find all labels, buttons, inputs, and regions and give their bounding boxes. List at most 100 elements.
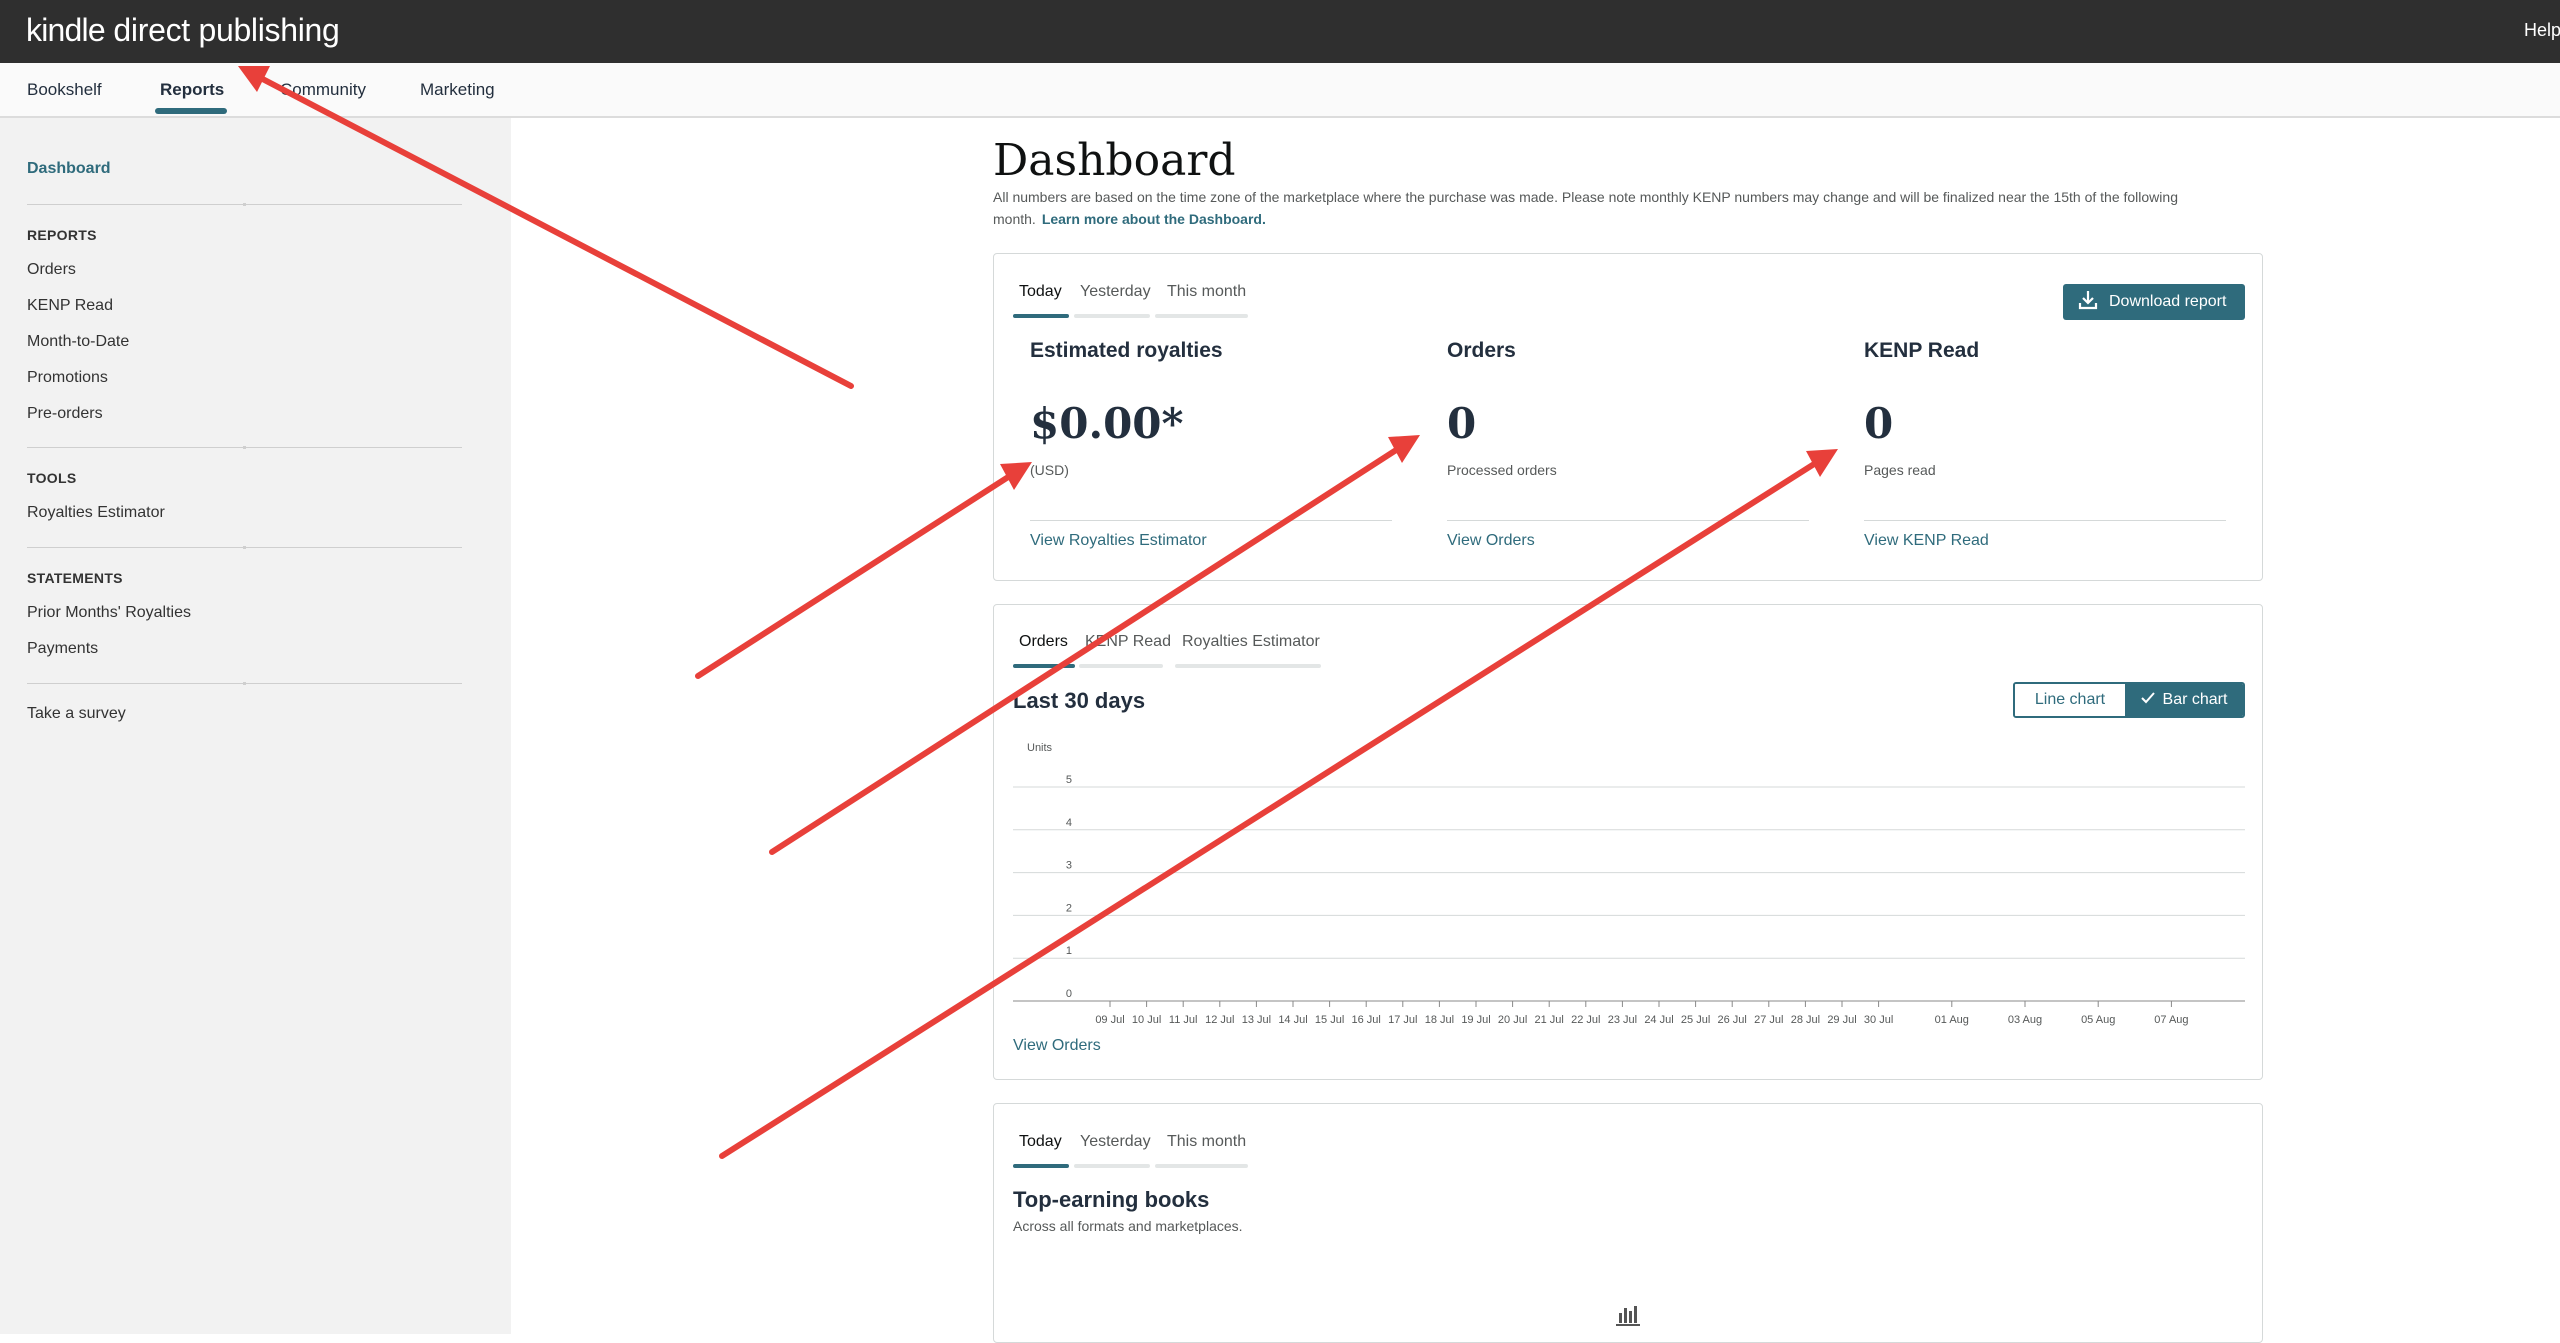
orders-bar-chart: Units 0 1 2 3 4 5 09 Jul 10 Jul 11 Jul 12 Jul 13 Ju… — [1013, 742, 2245, 1026]
x-tick-label: 13 Jul — [1242, 1014, 1271, 1026]
x-tick-label: 22 Jul — [1571, 1014, 1600, 1026]
x-tick-label: 07 Aug — [2154, 1014, 2188, 1026]
sidebar-divider — [27, 546, 462, 549]
metric-value-kenp: 0 — [1864, 399, 1894, 448]
sidebar-item-pre-orders[interactable]: Pre-orders — [27, 405, 103, 423]
main-nav: Bookshelf Reports Community Marketing — [0, 63, 2560, 118]
top-tab-yesterday[interactable]: Yesterday — [1080, 1133, 1151, 1151]
bar-chart-icon — [1614, 1304, 1642, 1331]
x-tick-label: 18 Jul — [1425, 1014, 1454, 1026]
summary-tab-today[interactable]: Today — [1019, 283, 1062, 301]
metric-sub-orders: Processed orders — [1447, 462, 1557, 478]
annotation-arrow — [695, 462, 1032, 679]
chart-card: Orders KENP Read Royalties Estimator Las… — [993, 604, 2263, 1080]
top-tab-track — [1155, 1164, 1248, 1168]
y-axis-label: Units — [1027, 742, 1053, 754]
sidebar-divider — [27, 203, 462, 206]
top-tab-this-month[interactable]: This month — [1167, 1133, 1246, 1151]
nav-tab-marketing[interactable]: Marketing — [420, 80, 495, 100]
sidebar-heading-reports: REPORTS — [27, 227, 97, 243]
download-report-label: Download report — [2109, 293, 2227, 310]
nav-tab-bookshelf[interactable]: Bookshelf — [27, 80, 102, 100]
x-tick-label: 25 Jul — [1681, 1014, 1710, 1026]
dashboard-intro: All numbers are based on the time zone o… — [993, 186, 2238, 230]
view-kenp-read-link[interactable]: View KENP Read — [1864, 532, 1989, 550]
kdp-logo[interactable]: kindle direct publishing — [26, 12, 340, 49]
x-tick-label: 30 Jul — [1864, 1014, 1893, 1026]
x-tick-label: 19 Jul — [1461, 1014, 1490, 1026]
summary-tab-yesterday[interactable]: Yesterday — [1080, 283, 1151, 301]
x-tick-label: 29 Jul — [1827, 1014, 1856, 1026]
download-report-button[interactable]: Download report — [2063, 284, 2245, 320]
x-tick-label: 11 Jul — [1169, 1014, 1198, 1026]
metric-label-royalties: Estimated royalties — [1030, 339, 1223, 362]
x-tick-label: 01 Aug — [1935, 1014, 1969, 1026]
reports-sidebar: Dashboard REPORTS Orders KENP Read Month… — [0, 118, 511, 1334]
sidebar-item-take-survey[interactable]: Take a survey — [27, 705, 126, 723]
x-tick-label: 14 Jul — [1278, 1014, 1307, 1026]
nav-active-indicator — [155, 108, 227, 114]
metric-value-orders: 0 — [1447, 399, 1477, 448]
top-header: kindle direct publishing Help — [0, 0, 2560, 63]
sidebar-item-promotions[interactable]: Promotions — [27, 369, 108, 387]
y-tick-label: 5 — [1066, 774, 1072, 786]
y-tick-label: 2 — [1066, 902, 1072, 914]
sidebar-item-month-to-date[interactable]: Month-to-Date — [27, 333, 129, 351]
metric-divider — [1030, 520, 1392, 521]
metric-sub-royalties: (USD) — [1030, 462, 1069, 478]
y-tick-label: 0 — [1066, 988, 1072, 1000]
x-tick-label: 12 Jul — [1205, 1014, 1234, 1026]
x-tick-label: 16 Jul — [1352, 1014, 1381, 1026]
y-tick-label: 4 — [1066, 817, 1072, 829]
metric-divider — [1864, 520, 2226, 521]
sidebar-divider — [27, 682, 462, 685]
x-tick-label: 20 Jul — [1498, 1014, 1527, 1026]
summary-tab-indicator — [1013, 314, 1069, 318]
sidebar-heading-statements: STATEMENTS — [27, 570, 123, 586]
y-tick-label: 1 — [1066, 945, 1072, 957]
metric-label-kenp: KENP Read — [1864, 339, 1980, 362]
x-tick-label: 23 Jul — [1608, 1014, 1637, 1026]
nav-tab-reports[interactable]: Reports — [160, 80, 224, 100]
x-tick-label: 17 Jul — [1388, 1014, 1417, 1026]
x-tick-label: 24 Jul — [1644, 1014, 1673, 1026]
top-earning-sub: Across all formats and marketplaces. — [1013, 1218, 1243, 1234]
x-tick-label: 10 Jul — [1132, 1014, 1161, 1026]
help-link[interactable]: Help — [2524, 20, 2560, 41]
metric-divider — [1447, 520, 1809, 521]
top-tab-today[interactable]: Today — [1019, 1133, 1062, 1151]
download-icon — [2077, 289, 2099, 316]
learn-more-link[interactable]: Learn more about the Dashboard. — [1042, 211, 1266, 227]
summary-tab-track — [1074, 314, 1150, 318]
x-tick-label: 21 Jul — [1535, 1014, 1564, 1026]
x-tick-label: 26 Jul — [1718, 1014, 1747, 1026]
sidebar-item-orders[interactable]: Orders — [27, 261, 76, 279]
top-tab-indicator — [1013, 1164, 1069, 1168]
chart-view-orders-link[interactable]: View Orders — [1013, 1037, 1101, 1055]
top-earning-heading: Top-earning books — [1013, 1187, 1210, 1212]
metric-label-orders: Orders — [1447, 339, 1516, 362]
metric-value-royalties: $0.00* — [1030, 399, 1184, 448]
x-tick-label: 03 Aug — [2008, 1014, 2042, 1026]
nav-tab-community[interactable]: Community — [280, 80, 366, 100]
view-royalties-estimator-link[interactable]: View Royalties Estimator — [1030, 532, 1207, 550]
x-tick-label: 28 Jul — [1791, 1014, 1820, 1026]
y-tick-label: 3 — [1066, 860, 1072, 872]
summary-tab-this-month[interactable]: This month — [1167, 283, 1246, 301]
sidebar-item-royalties-estimator[interactable]: Royalties Estimator — [27, 504, 165, 522]
sidebar-item-dashboard[interactable]: Dashboard — [27, 160, 111, 178]
x-tick-label: 05 Aug — [2081, 1014, 2115, 1026]
summary-card: Today Yesterday This month Download repo… — [993, 253, 2263, 581]
x-tick-label: 09 Jul — [1095, 1014, 1124, 1026]
sidebar-heading-tools: TOOLS — [27, 470, 77, 486]
sidebar-item-kenp-read[interactable]: KENP Read — [27, 297, 113, 315]
metric-sub-kenp: Pages read — [1864, 462, 1936, 478]
x-tick-label: 15 Jul — [1315, 1014, 1344, 1026]
top-tab-track — [1074, 1164, 1150, 1168]
sidebar-divider — [27, 446, 462, 449]
sidebar-item-payments[interactable]: Payments — [27, 640, 98, 658]
view-orders-link[interactable]: View Orders — [1447, 532, 1535, 550]
top-earning-card: Today Yesterday This month Top-earning b… — [993, 1103, 2263, 1343]
sidebar-item-prior-months-royalties[interactable]: Prior Months' Royalties — [27, 604, 191, 622]
x-tick-label: 27 Jul — [1754, 1014, 1783, 1026]
